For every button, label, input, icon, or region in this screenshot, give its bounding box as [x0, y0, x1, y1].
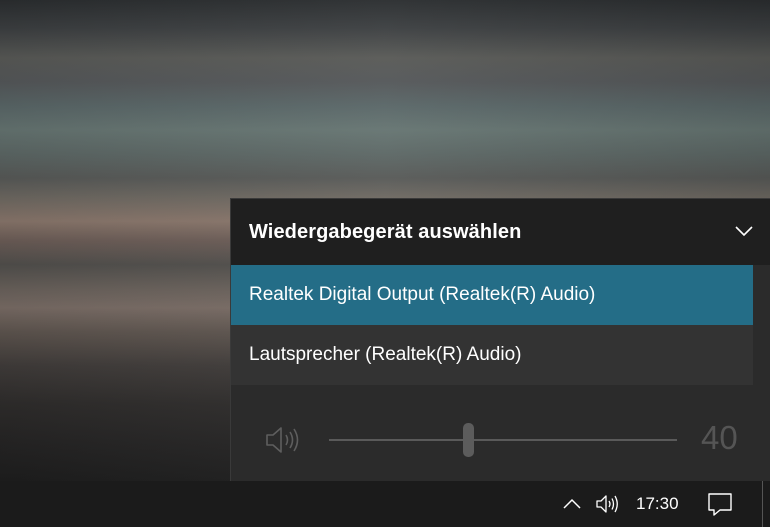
flyout-title: Wiedergabegerät auswählen	[249, 221, 522, 243]
chevron-up-icon	[563, 498, 581, 509]
device-list: Realtek Digital Output (Realtek(R) Audio…	[231, 265, 753, 385]
speaker-icon	[596, 495, 618, 513]
taskbar: 17:30	[0, 481, 770, 527]
speaker-icon[interactable]	[264, 424, 304, 456]
device-item-lautsprecher[interactable]: Lautsprecher (Realtek(R) Audio)	[231, 325, 753, 385]
device-label: Lautsprecher (Realtek(R) Audio)	[249, 344, 522, 365]
volume-slider[interactable]	[329, 439, 677, 441]
volume-slider-thumb[interactable]	[463, 423, 474, 457]
volume-value: 40	[701, 419, 738, 456]
action-center-icon	[708, 493, 732, 516]
device-label: Realtek Digital Output (Realtek(R) Audio…	[249, 284, 596, 305]
clock[interactable]: 17:30	[636, 494, 679, 514]
chevron-down-icon[interactable]	[734, 224, 754, 238]
show-desktop-button[interactable]	[762, 481, 763, 527]
playback-device-flyout: Wiedergabegerät auswählen Realtek Digita…	[230, 198, 770, 481]
volume-tray-button[interactable]	[594, 481, 622, 527]
device-item-realtek-digital-output[interactable]: Realtek Digital Output (Realtek(R) Audio…	[231, 265, 753, 325]
action-center-button[interactable]	[706, 481, 734, 527]
flyout-header[interactable]: Wiedergabegerät auswählen	[231, 199, 770, 265]
show-hidden-icons-button[interactable]	[560, 481, 584, 527]
